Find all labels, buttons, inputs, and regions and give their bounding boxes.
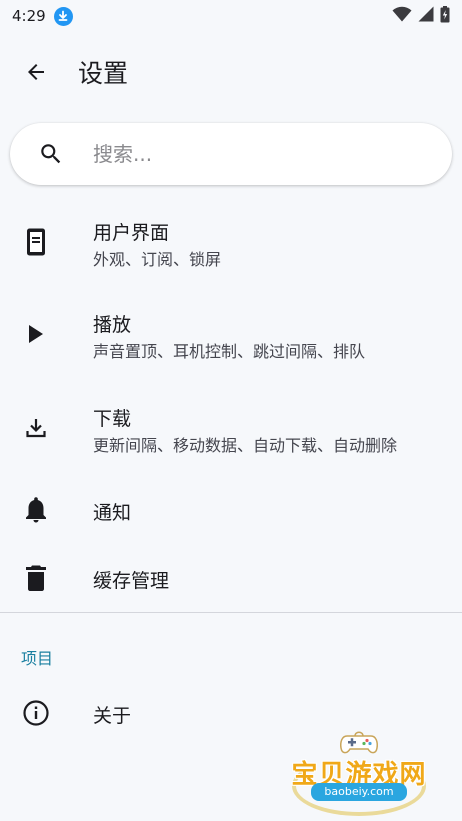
status-time: 4:29 <box>12 7 46 25</box>
setting-cache-management[interactable]: 缓存管理 <box>0 554 462 602</box>
setting-notifications[interactable]: 通知 <box>0 486 462 534</box>
info-icon <box>22 699 50 727</box>
search-bar[interactable] <box>10 123 452 185</box>
page-title: 设置 <box>78 59 129 88</box>
search-input[interactable] <box>93 142 413 166</box>
divider <box>0 612 462 613</box>
arrow-back-icon <box>28 64 44 80</box>
setting-title: 缓存管理 <box>93 570 170 592</box>
wifi-icon <box>392 6 412 26</box>
setting-subtitle: 声音置顶、耳机控制、跳过间隔、排队 <box>93 342 366 361</box>
bell-icon <box>22 496 50 524</box>
setting-title: 通知 <box>93 502 132 524</box>
download-badge-icon <box>53 6 73 26</box>
status-icons <box>392 5 450 27</box>
setting-title: 下载 <box>93 408 132 430</box>
watermark-url: baobeiy.com <box>311 783 407 801</box>
setting-title: 播放 <box>93 314 132 336</box>
setting-user-interface[interactable]: 用户界面 外观、订阅、锁屏 <box>0 206 462 292</box>
watermark-logo: 宝贝游戏网 baobeiy.com <box>284 728 434 818</box>
search-icon <box>41 144 61 164</box>
trash-icon <box>22 564 50 592</box>
play-icon <box>22 320 50 348</box>
signal-icon <box>418 6 434 26</box>
download-icon <box>22 414 50 442</box>
setting-title: 关于 <box>93 705 132 727</box>
section-header-project: 项目 <box>21 649 54 668</box>
back-button[interactable] <box>12 48 60 96</box>
status-bar: 4:29 <box>0 0 462 32</box>
top-app-bar: 设置 <box>0 44 462 100</box>
setting-title: 用户界面 <box>93 222 170 244</box>
setting-playback[interactable]: 播放 声音置顶、耳机控制、跳过间隔、排队 <box>0 298 462 384</box>
phone-screen-icon <box>22 228 50 256</box>
battery-charging-icon <box>440 5 450 27</box>
setting-subtitle: 外观、订阅、锁屏 <box>93 250 222 269</box>
setting-subtitle: 更新间隔、移动数据、自动下载、自动删除 <box>93 436 398 455</box>
gamepad-icon <box>340 731 378 754</box>
setting-downloads[interactable]: 下载 更新间隔、移动数据、自动下载、自动删除 <box>0 392 462 478</box>
